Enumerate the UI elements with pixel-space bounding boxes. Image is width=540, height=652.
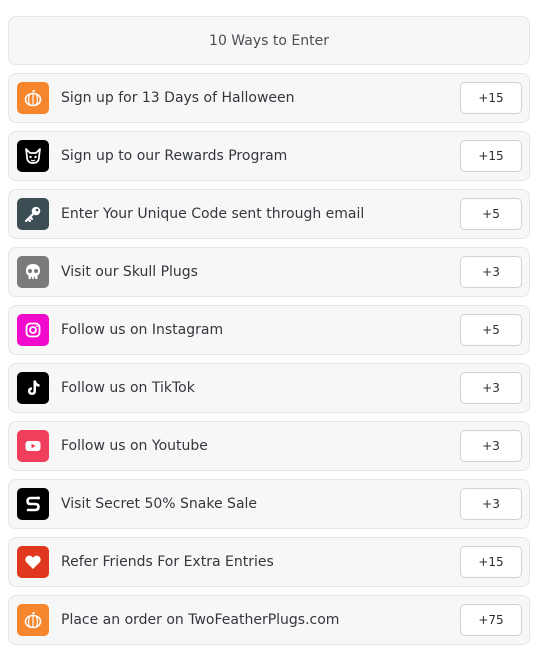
entry-label: Visit Secret 50% Snake Sale xyxy=(61,496,258,512)
devil-cat-icon xyxy=(17,140,49,172)
pumpkin-icon xyxy=(17,82,49,114)
entry-points-button[interactable]: +3 xyxy=(460,372,522,404)
entry-points-button[interactable]: +15 xyxy=(460,82,522,114)
entry-points-button[interactable]: +75 xyxy=(460,604,522,636)
pumpkin-icon xyxy=(17,604,49,636)
entry-label: Follow us on Instagram xyxy=(61,322,224,338)
entry-points-button[interactable]: +5 xyxy=(460,314,522,346)
entry-row-enter-your-unique-code-sent-through-email[interactable]: Enter Your Unique Code sent through emai… xyxy=(8,189,530,239)
entry-label: Follow us on Youtube xyxy=(61,438,208,454)
entry-label: Enter Your Unique Code sent through emai… xyxy=(61,206,365,222)
entry-label: Visit our Skull Plugs xyxy=(61,264,198,280)
entry-row-visit-our-skull-plugs[interactable]: Visit our Skull Plugs +3 xyxy=(8,247,530,297)
youtube-icon xyxy=(17,430,49,462)
entries-header-title: 10 Ways to Enter xyxy=(209,32,329,49)
entry-row-refer-friends-for-extra-entries[interactable]: Refer Friends For Extra Entries +15 xyxy=(8,537,530,587)
entry-row-follow-us-on-youtube[interactable]: Follow us on Youtube +3 xyxy=(8,421,530,471)
entry-label: Follow us on TikTok xyxy=(61,380,195,396)
entry-points-button[interactable]: +3 xyxy=(460,256,522,288)
entry-label: Sign up for 13 Days of Halloween xyxy=(61,90,295,106)
entry-row-follow-us-on-tiktok[interactable]: Follow us on TikTok +3 xyxy=(8,363,530,413)
entry-row-follow-us-on-instagram[interactable]: Follow us on Instagram +5 xyxy=(8,305,530,355)
tiktok-icon xyxy=(17,372,49,404)
entry-label: Place an order on TwoFeatherPlugs.com xyxy=(61,612,340,628)
key-icon xyxy=(17,198,49,230)
entry-points-button[interactable]: +3 xyxy=(460,488,522,520)
skull-icon xyxy=(17,256,49,288)
entry-points-button[interactable]: +15 xyxy=(460,140,522,172)
entry-points-button[interactable]: +15 xyxy=(460,546,522,578)
entry-points-button[interactable]: +3 xyxy=(460,430,522,462)
entry-label: Refer Friends For Extra Entries xyxy=(61,554,274,570)
heart-icon xyxy=(17,546,49,578)
entry-row-sign-up-for-13-days-of-halloween[interactable]: Sign up for 13 Days of Halloween +15 xyxy=(8,73,530,123)
entries-header: 10 Ways to Enter xyxy=(8,16,530,65)
snake-icon xyxy=(17,488,49,520)
entry-label: Sign up to our Rewards Program xyxy=(61,148,288,164)
instagram-icon xyxy=(17,314,49,346)
entry-points-button[interactable]: +5 xyxy=(460,198,522,230)
entry-row-visit-secret-50-snake-sale[interactable]: Visit Secret 50% Snake Sale +3 xyxy=(8,479,530,529)
entry-row-sign-up-to-our-rewards-program[interactable]: Sign up to our Rewards Program +15 xyxy=(8,131,530,181)
entry-row-place-an-order-on-twofeatherplugs-com[interactable]: Place an order on TwoFeatherPlugs.com +75 xyxy=(8,595,530,645)
